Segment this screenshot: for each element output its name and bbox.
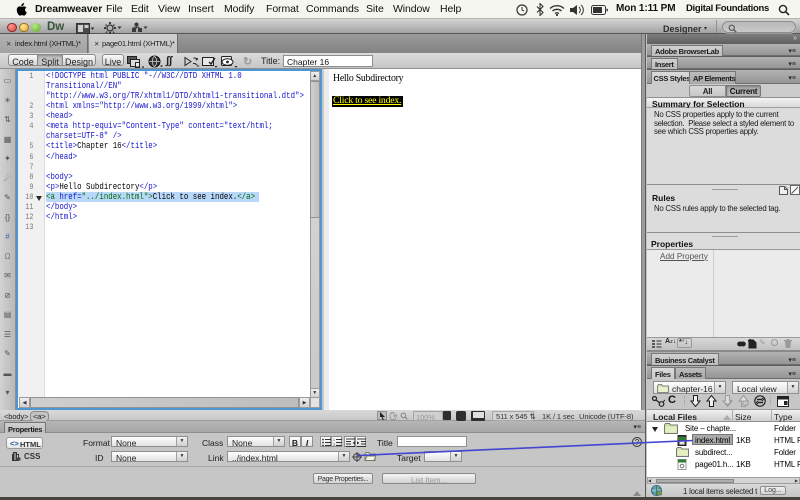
svg-text:2: 2: [333, 443, 335, 447]
svg-text:1: 1: [333, 438, 335, 442]
